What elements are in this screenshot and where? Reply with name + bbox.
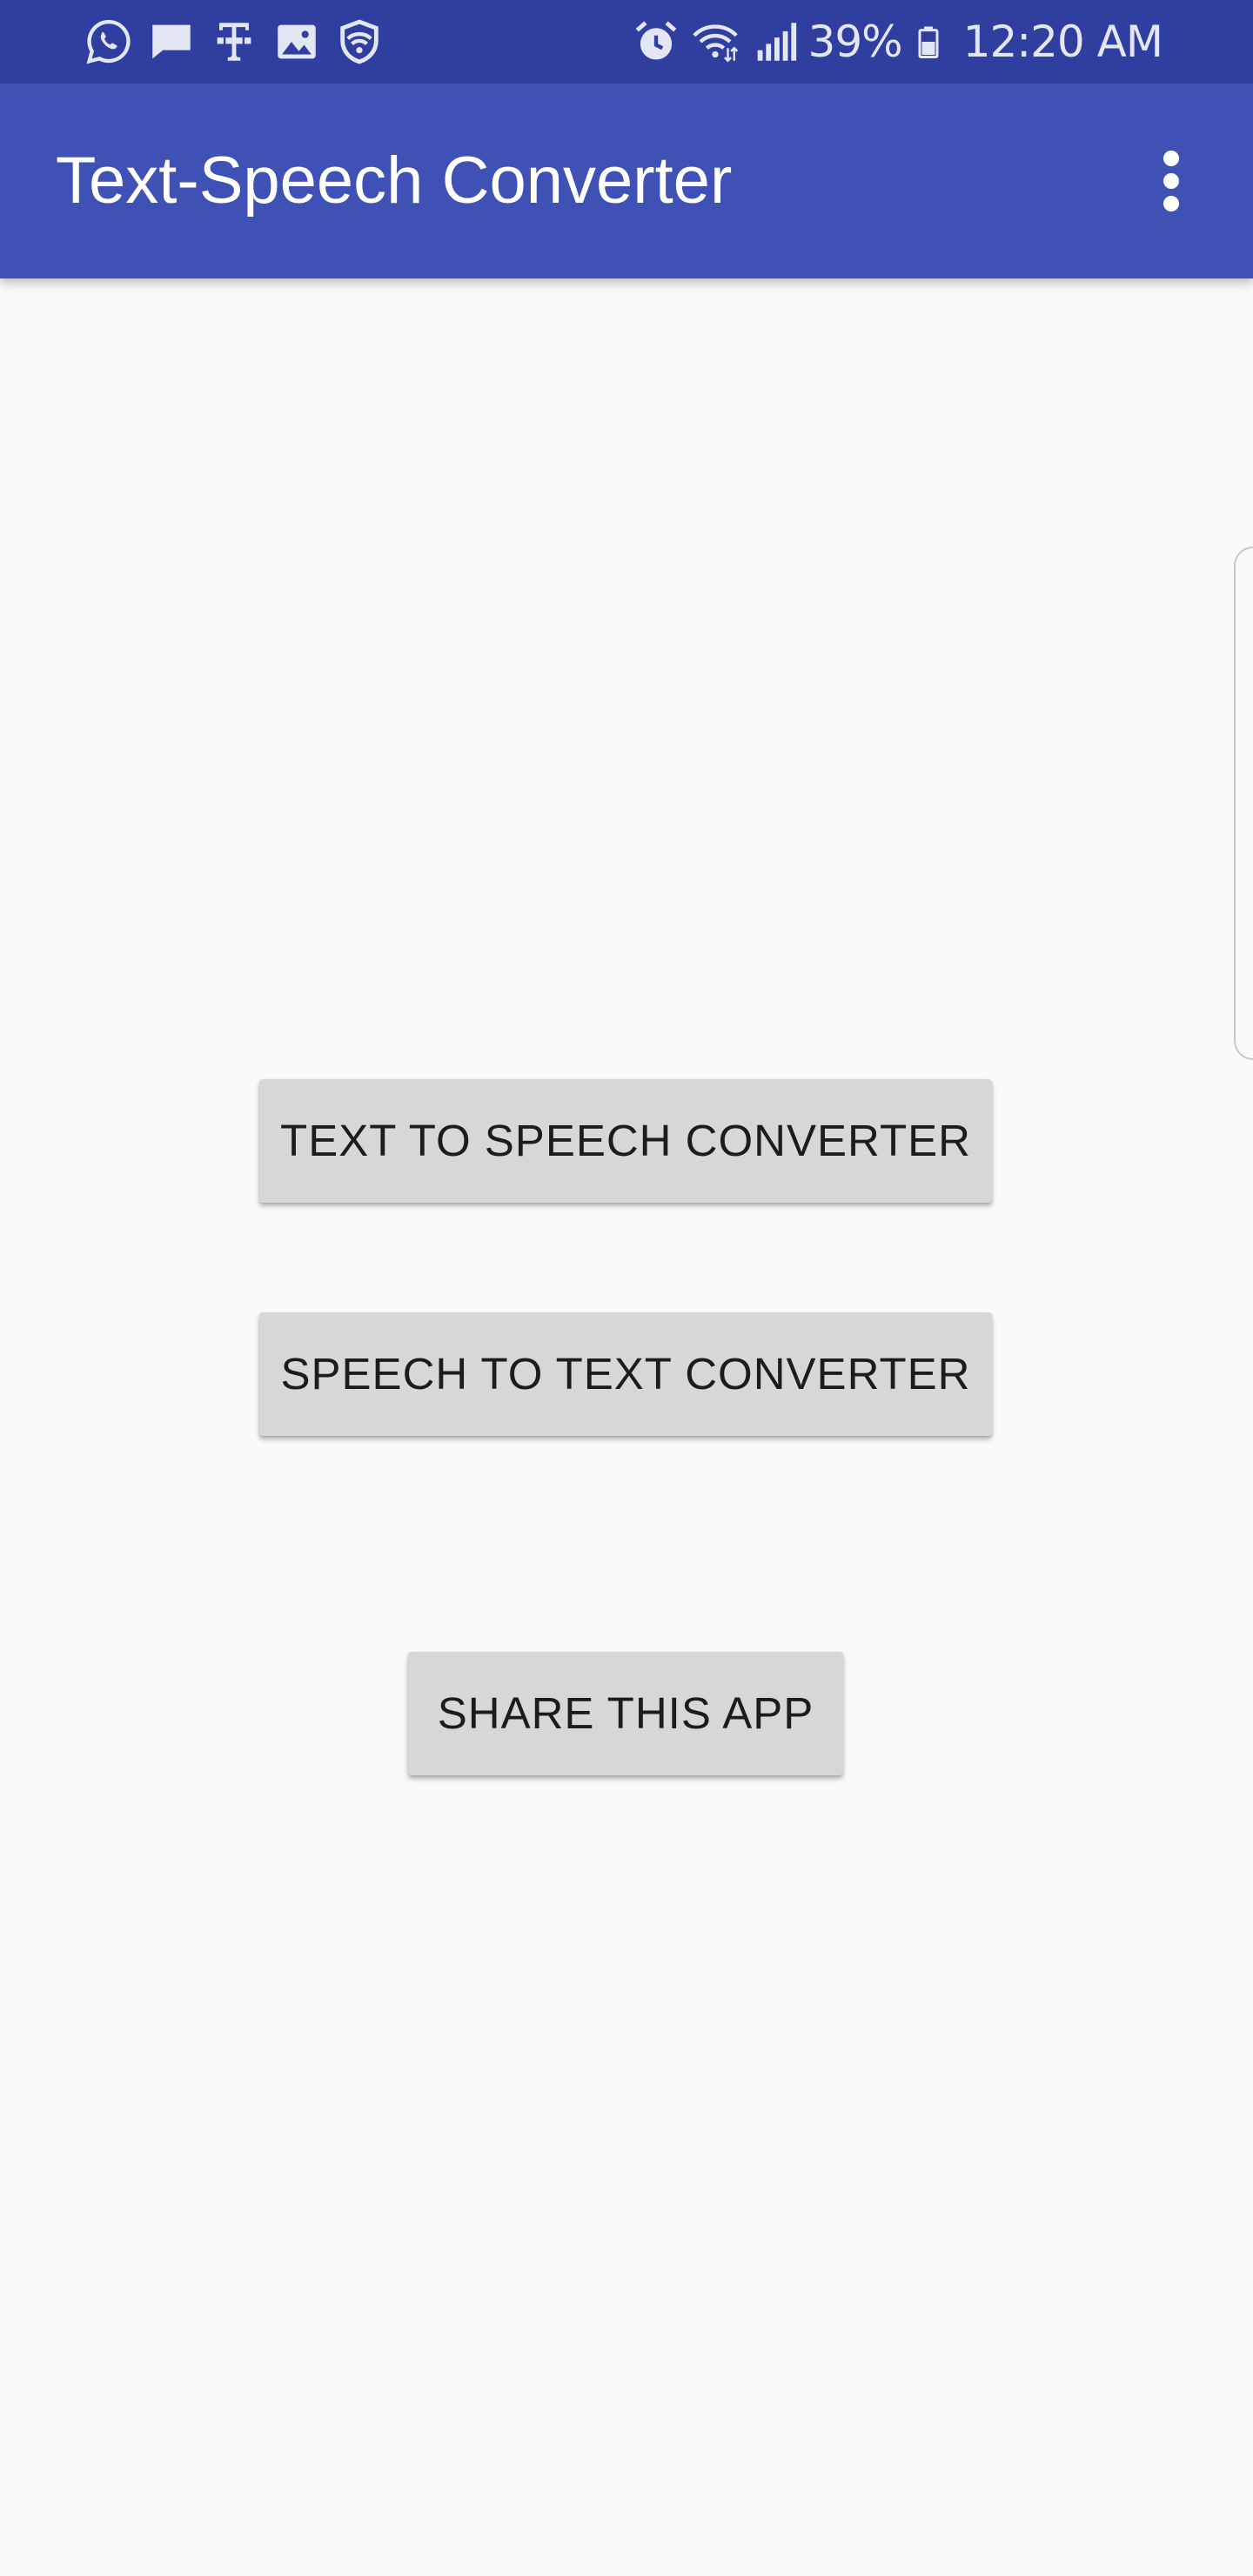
app-title: Text-Speech Converter (56, 144, 733, 218)
vpn-shield-icon (340, 19, 379, 64)
overflow-menu-button[interactable] (1119, 129, 1223, 233)
signal-icon (757, 23, 796, 61)
whatsapp-icon (86, 19, 131, 64)
battery-icon (918, 26, 939, 58)
app-bar: Text-Speech Converter (0, 84, 1253, 278)
system-status: 39% 12:20 AM (631, 16, 1163, 68)
battery-percent: 39% (807, 17, 903, 67)
clock: 12:20 AM (962, 17, 1163, 67)
alarm-icon (635, 21, 676, 60)
status-bar: 39% 12:20 AM (0, 0, 1253, 84)
notification-icons (84, 16, 385, 68)
wifi-icon (692, 24, 738, 63)
t-mobile-icon (217, 23, 251, 61)
message-icon (152, 24, 191, 59)
speech-to-text-button[interactable]: SPEECH TO TEXT CONVERTER (259, 1312, 992, 1436)
overflow-menu-icon (1163, 151, 1179, 211)
share-app-button[interactable]: SHARE THIS APP (408, 1652, 843, 1775)
gallery-icon (278, 24, 316, 59)
text-to-speech-button[interactable]: TEXT TO SPEECH CONVERTER (259, 1079, 992, 1203)
edge-panel-handle[interactable] (1234, 547, 1253, 1060)
